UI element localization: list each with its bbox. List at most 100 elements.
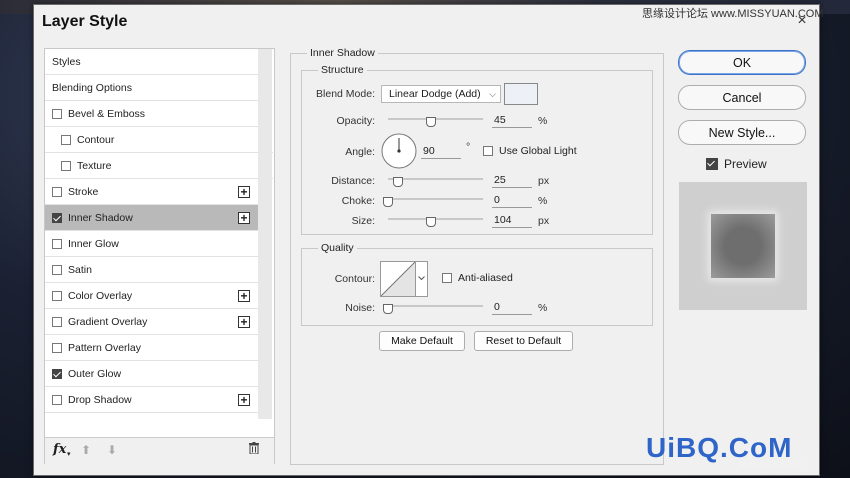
style-item-drop-shadow[interactable]: Drop Shadow +: [45, 387, 264, 413]
make-default-button[interactable]: Make Default: [379, 331, 465, 351]
angle-input[interactable]: 90: [421, 145, 461, 159]
style-item-styles[interactable]: Styles: [45, 49, 264, 75]
preview-label: Preview: [724, 157, 767, 171]
checkbox[interactable]: [61, 134, 71, 145]
inner-shadow-panel: Inner Shadow Structure Blend Mode: Linea…: [290, 47, 664, 465]
anti-aliased-label: Anti-aliased: [458, 272, 513, 284]
angle-label: Angle:: [345, 146, 375, 158]
section-title: Inner Shadow: [307, 47, 378, 59]
add-effect-icon[interactable]: +: [238, 185, 250, 198]
checkbox[interactable]: [52, 394, 62, 405]
choke-label: Choke:: [341, 195, 375, 207]
style-item-label: Inner Shadow: [68, 211, 133, 224]
quality-group: Quality Contour: Anti-aliased Noise: 0 %: [301, 242, 653, 326]
reset-to-default-button[interactable]: Reset to Default: [474, 331, 573, 351]
preview-checkbox[interactable]: Preview: [706, 157, 767, 171]
anti-aliased-checkbox[interactable]: Anti-aliased: [442, 272, 513, 284]
distance-slider[interactable]: [388, 177, 483, 187]
distance-input[interactable]: 25: [492, 174, 532, 188]
use-global-light-checkbox[interactable]: Use Global Light: [483, 145, 577, 157]
style-item-pattern-overlay[interactable]: Pattern Overlay: [45, 335, 264, 361]
style-item-texture[interactable]: Texture: [45, 153, 273, 179]
checkbox[interactable]: [52, 238, 62, 249]
opacity-slider[interactable]: [388, 117, 483, 127]
size-slider[interactable]: [388, 217, 483, 227]
checkbox[interactable]: [52, 264, 62, 275]
style-item-label: Color Overlay: [68, 289, 133, 302]
trash-icon[interactable]: [249, 442, 259, 454]
distance-label: Distance:: [331, 175, 375, 187]
choke-input[interactable]: 0: [492, 194, 532, 208]
checkbox[interactable]: [706, 158, 718, 170]
style-item-bevel-emboss[interactable]: Bevel & Emboss: [45, 101, 264, 127]
new-style-button[interactable]: New Style...: [678, 120, 806, 145]
move-down-icon[interactable]: ⬇: [107, 443, 117, 457]
style-item-gradient-overlay[interactable]: Gradient Overlay +: [45, 309, 264, 335]
style-list-footer: fx ▾ ⬆ ⬇: [45, 437, 274, 464]
noise-unit: %: [538, 302, 548, 314]
watermark-url: www.psahz.com: [738, 459, 804, 469]
choke-slider[interactable]: [383, 197, 483, 207]
checkbox[interactable]: [442, 273, 452, 283]
style-item-contour[interactable]: Contour: [45, 127, 273, 153]
shadow-color-swatch[interactable]: [504, 83, 538, 105]
style-item-label: Contour: [77, 133, 115, 146]
checkbox[interactable]: [52, 368, 62, 379]
checkbox[interactable]: [52, 186, 62, 197]
scrollbar[interactable]: [258, 49, 272, 419]
angle-dial[interactable]: [381, 133, 417, 169]
style-item-label: Inner Glow: [68, 237, 119, 250]
structure-title: Structure: [318, 64, 367, 76]
checkbox[interactable]: [52, 290, 62, 301]
blend-mode-select[interactable]: Linear Dodge (Add) ⌵: [381, 85, 501, 103]
style-item-label: Gradient Overlay: [68, 315, 148, 328]
structure-group: Structure Blend Mode: Linear Dodge (Add)…: [301, 64, 653, 235]
noise-slider[interactable]: [383, 304, 483, 314]
quality-title: Quality: [318, 242, 357, 254]
fx-dropdown-icon[interactable]: ▾: [67, 450, 71, 458]
move-up-icon[interactable]: ⬆: [81, 443, 91, 457]
style-item-label: Styles: [52, 55, 81, 68]
style-item-label: Bevel & Emboss: [68, 107, 146, 120]
ok-button[interactable]: OK: [678, 50, 806, 75]
distance-unit: px: [538, 175, 550, 187]
style-item-satin[interactable]: Satin: [45, 257, 264, 283]
style-item-blending-options[interactable]: Blending Options: [45, 75, 264, 101]
style-item-stroke[interactable]: Stroke +: [45, 179, 264, 205]
style-item-inner-glow[interactable]: Inner Glow: [45, 231, 264, 257]
checkbox[interactable]: [483, 146, 493, 156]
checkbox[interactable]: [52, 212, 62, 223]
style-item-label: Blending Options: [52, 81, 132, 94]
style-preview: [679, 182, 807, 310]
fx-icon[interactable]: fx: [53, 442, 66, 457]
checkbox[interactable]: [61, 160, 71, 171]
contour-picker[interactable]: [380, 261, 428, 297]
layer-style-dialog: Layer Style × Styles Blending Options Beve…: [33, 4, 820, 476]
checkbox[interactable]: [52, 342, 62, 353]
noise-label: Noise:: [345, 302, 375, 314]
opacity-unit: %: [538, 115, 548, 127]
style-item-outer-glow[interactable]: Outer Glow: [45, 361, 264, 387]
style-list: Styles Blending Options Bevel & Emboss Cont…: [44, 48, 275, 464]
checkbox[interactable]: [52, 108, 62, 119]
opacity-label: Opacity:: [336, 115, 375, 127]
opacity-input[interactable]: 45: [492, 114, 532, 128]
cancel-button[interactable]: Cancel: [678, 85, 806, 110]
style-item-label: Texture: [77, 159, 112, 172]
chevron-down-icon: ⌵: [489, 89, 496, 99]
size-input[interactable]: 104: [492, 214, 532, 228]
add-effect-icon[interactable]: +: [238, 289, 250, 302]
noise-input[interactable]: 0: [492, 301, 532, 315]
add-effect-icon[interactable]: +: [238, 315, 250, 328]
size-unit: px: [538, 215, 550, 227]
style-item-color-overlay[interactable]: Color Overlay +: [45, 283, 264, 309]
checkbox[interactable]: [52, 316, 62, 327]
choke-unit: %: [538, 195, 548, 207]
add-effect-icon[interactable]: +: [238, 211, 250, 224]
style-item-label: Outer Glow: [68, 367, 122, 380]
style-item-label: Satin: [68, 263, 92, 276]
dialog-title: Layer Style: [42, 13, 128, 30]
style-item-label: Pattern Overlay: [68, 341, 141, 354]
style-item-inner-shadow[interactable]: Inner Shadow +: [45, 205, 264, 231]
add-effect-icon[interactable]: +: [238, 393, 250, 406]
